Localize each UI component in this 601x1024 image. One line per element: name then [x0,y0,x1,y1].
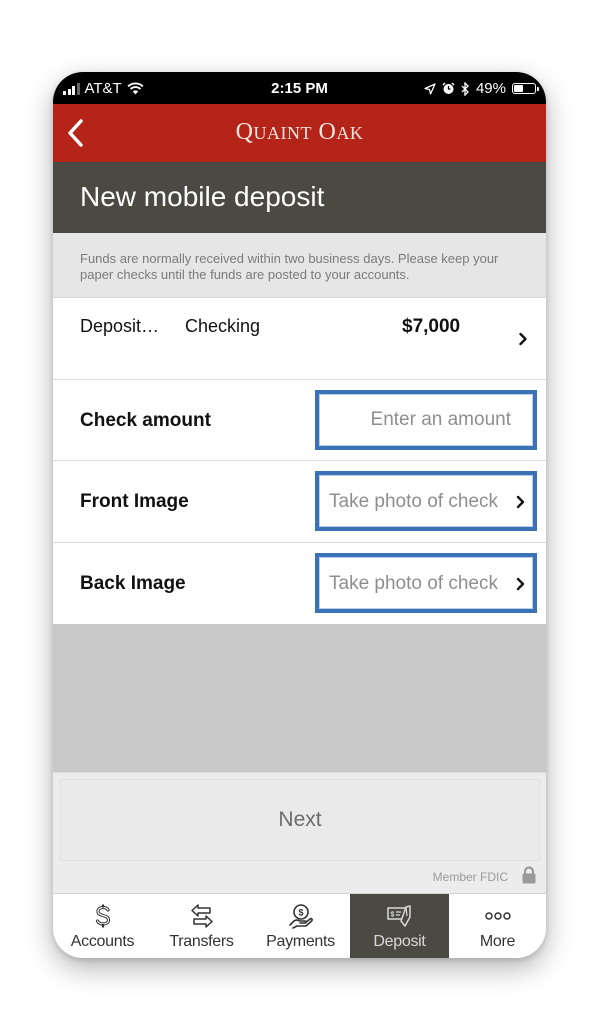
check-amount-field-box[interactable] [315,390,537,450]
brand-uaint: UAINT [253,123,312,143]
back-image-button[interactable]: Take photo of check [315,553,537,613]
svg-text:$: $ [298,908,303,918]
member-fdic-label: Member FDIC [432,870,508,884]
tab-accounts[interactable]: Accounts [53,894,152,958]
tab-payments[interactable]: $ Payments [251,894,350,958]
deposit-account-row[interactable]: Deposit… Checking $7,000 [53,298,546,380]
deposit-account-name: Checking [185,316,261,336]
brand-ak: AK [336,123,364,143]
check-amount-input[interactable] [319,394,533,446]
info-text: Funds are normally received within two b… [80,251,499,282]
battery-icon [512,83,539,94]
transfer-arrows-icon [188,903,216,929]
check-amount-label: Check amount [80,410,211,431]
tab-deposit[interactable]: $ Deposit [350,894,449,958]
dollar-icon [89,903,117,929]
hand-coin-icon: $ [287,903,315,929]
footer-actions: Next Member FDIC [53,772,546,893]
tab-label: More [479,933,516,950]
front-image-label: Front Image [80,491,189,512]
back-image-row: Back Image Take photo of check [53,543,546,624]
status-bar: AT&T 2:15 PM 49% [53,72,546,104]
deposit-account-balance: $7,000 [402,316,461,337]
page-title: New mobile deposit [80,181,325,212]
tab-bar: Accounts Transfers $ Payments $ Deposit … [53,893,546,958]
location-icon [424,82,436,95]
tab-more[interactable]: More [449,894,546,958]
front-image-button[interactable]: Take photo of check [315,471,537,531]
tab-label: Deposit [373,933,426,950]
phone-screen: AT&T 2:15 PM 49% QUAINT OAK New mobile d… [53,72,546,958]
chevron-right-icon [519,332,527,346]
status-right: 49% [424,80,539,97]
tab-label: Accounts [70,933,135,950]
back-image-placeholder: Take photo of check [329,573,498,594]
chevron-right-icon [516,495,525,509]
front-image-placeholder: Take photo of check [329,491,498,512]
brand-logo: QUAINT OAK [53,119,546,146]
check-amount-row: Check amount [53,380,546,461]
next-button[interactable]: Next [60,779,540,861]
title-bar: New mobile deposit [53,162,546,233]
svg-text:$: $ [390,912,394,919]
check-deposit-icon: $ [386,903,414,929]
more-dots-icon [484,903,512,929]
lock-icon [522,866,536,884]
battery-fill [514,85,523,92]
front-image-row: Front Image Take photo of check [53,461,546,543]
battery-percent: 49% [475,80,506,97]
tab-label: Payments [266,933,335,950]
info-banner: Funds are normally received within two b… [53,233,546,298]
tab-transfers[interactable]: Transfers [152,894,251,958]
alarm-icon [442,82,455,94]
back-image-label: Back Image [80,573,186,594]
brand-q: Q [235,119,254,145]
app-header: QUAINT OAK [53,104,546,162]
brand-o: O [318,119,337,145]
tab-label: Transfers [169,933,234,950]
chevron-right-icon [516,577,525,591]
deposit-to-label: Deposit… [80,316,160,336]
empty-content-area [53,624,546,772]
bluetooth-icon [461,81,469,96]
